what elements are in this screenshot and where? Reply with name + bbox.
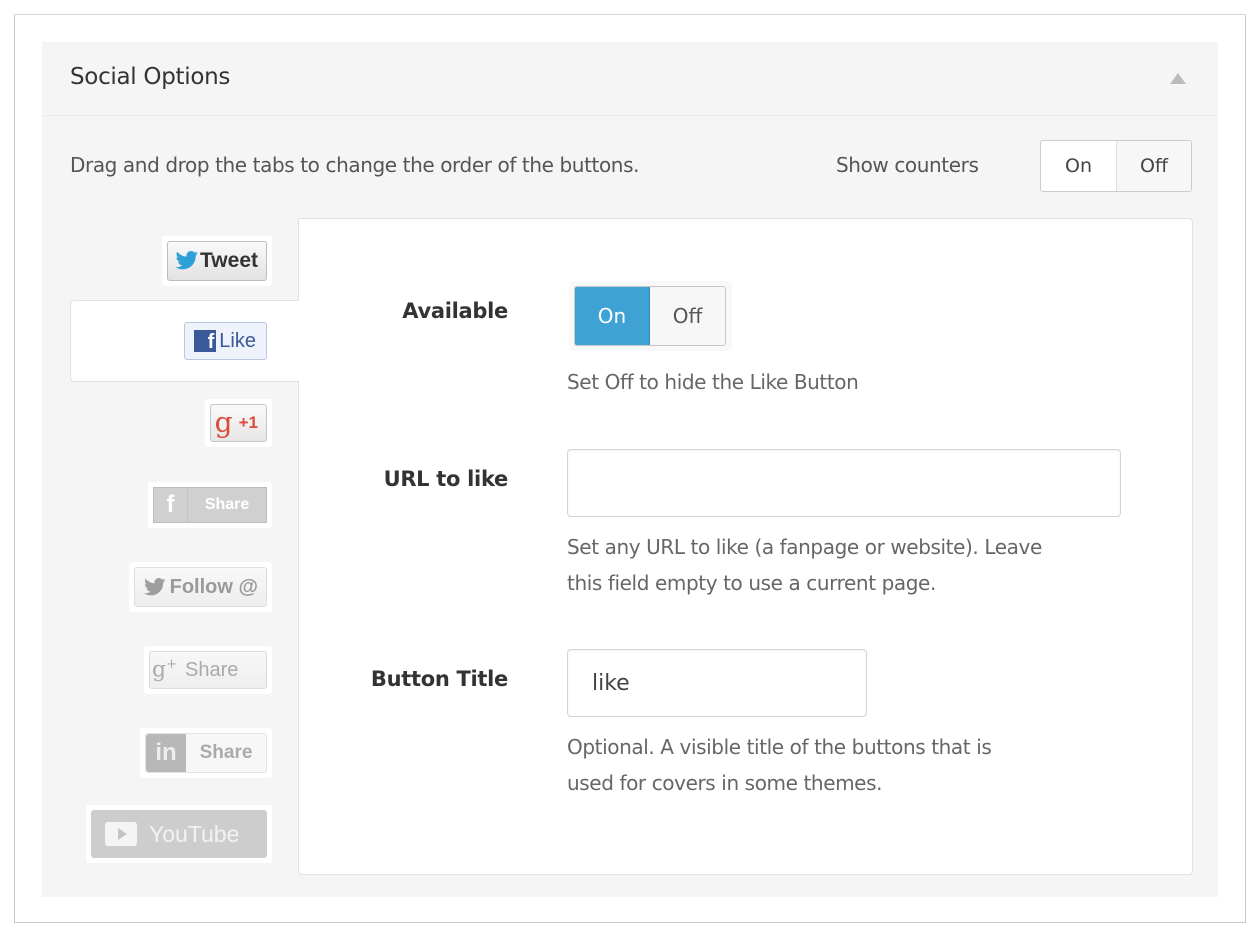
tweet-badge: Tweet	[167, 241, 267, 281]
triangle-up-icon[interactable]	[1170, 73, 1186, 84]
google-plus-icon: g+	[152, 657, 177, 683]
tab-label: +1	[238, 413, 258, 432]
youtube-badge: YouTube	[91, 810, 267, 858]
tab-label: YouTube	[149, 820, 240, 847]
tab-like[interactable]: f Like	[70, 300, 299, 382]
twitter-bird-icon	[143, 577, 166, 595]
tab-tweet[interactable]: Tweet	[70, 233, 299, 289]
tab-label: Like	[219, 329, 256, 352]
facebook-share-badge: f Share	[153, 487, 267, 523]
button-title-label: Button Title	[370, 667, 508, 691]
linkedin-share-badge: in Share	[145, 733, 267, 773]
tab-label: Follow @	[169, 575, 258, 598]
linkedin-in-icon: in	[146, 734, 186, 772]
like-settings-pane: Available On Off Set Off to hide the Lik…	[298, 218, 1193, 875]
tab-linkedin-share[interactable]: in Share	[70, 724, 299, 782]
tab-label: Share	[204, 496, 250, 513]
play-icon	[105, 822, 137, 846]
twitter-bird-icon	[175, 251, 199, 270]
tab-twitter-follow[interactable]: Follow @	[70, 559, 299, 615]
available-on[interactable]: On	[575, 287, 650, 345]
show-counters-label: Show counters	[836, 153, 979, 177]
url-help: Set any URL to like (a fanpage or websit…	[567, 535, 1042, 595]
available-label: Available	[402, 299, 508, 323]
tab-youtube[interactable]: YouTube	[70, 803, 299, 865]
tab-plusone[interactable]: g +1	[70, 395, 299, 451]
facebook-f-icon: f	[194, 330, 217, 352]
url-label: URL to like	[383, 467, 509, 491]
available-off[interactable]: Off	[650, 287, 725, 345]
url-to-like-input[interactable]	[567, 449, 1121, 517]
follow-badge: Follow @	[133, 567, 267, 607]
show-counters-on[interactable]: On	[1041, 141, 1116, 191]
tab-facebook-share[interactable]: f Share	[70, 477, 299, 533]
googleplus-share-badge: g+ Share	[149, 651, 267, 689]
tab-label: Share	[185, 658, 239, 681]
facebook-f-icon: f	[154, 488, 188, 522]
available-toggle[interactable]: On Off	[574, 286, 726, 346]
plusone-badge: g +1	[209, 404, 267, 442]
panel-header[interactable]: Social Options	[42, 42, 1218, 116]
tab-label: Share	[199, 742, 253, 763]
button-title-input[interactable]	[567, 649, 867, 717]
panel-title: Social Options	[70, 64, 231, 90]
drag-drop-instructions: Drag and drop the tabs to change the ord…	[70, 153, 640, 177]
like-badge: f Like	[184, 322, 267, 360]
google-g-icon: g	[214, 406, 233, 439]
tab-label: Tweet	[200, 249, 258, 272]
show-counters-off[interactable]: Off	[1116, 141, 1191, 191]
tab-googleplus-share[interactable]: g+ Share	[70, 642, 299, 698]
show-counters-toggle[interactable]: On Off	[1040, 140, 1192, 192]
available-help: Set Off to hide the Like Button	[567, 370, 859, 394]
social-options-panel: Social Options Drag and drop the tabs to…	[42, 42, 1218, 897]
button-title-help: Optional. A visible title of the buttons…	[567, 735, 992, 795]
